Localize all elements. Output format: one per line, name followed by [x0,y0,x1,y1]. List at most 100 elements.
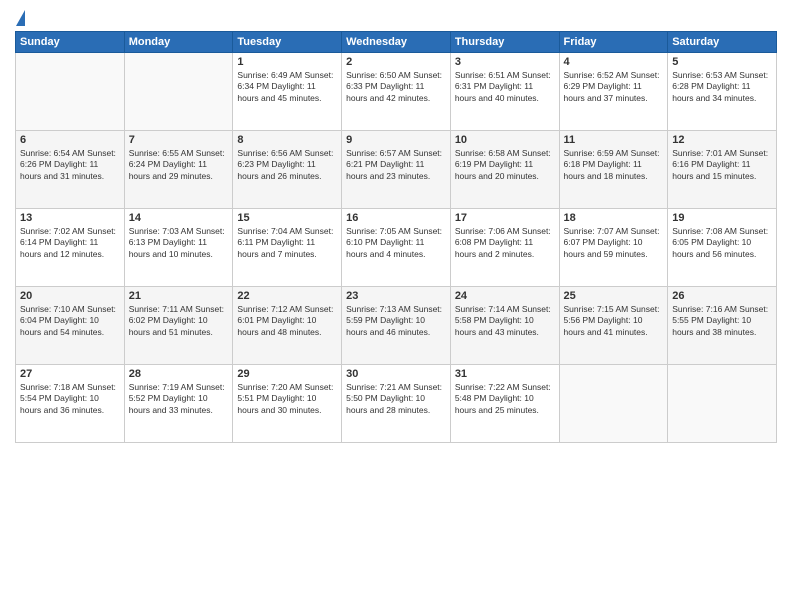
day-info: Sunrise: 6:51 AM Sunset: 6:31 PM Dayligh… [455,70,555,104]
day-info: Sunrise: 6:56 AM Sunset: 6:23 PM Dayligh… [237,148,337,182]
day-number: 12 [672,134,772,146]
day-info: Sunrise: 7:03 AM Sunset: 6:13 PM Dayligh… [129,226,229,260]
day-info: Sunrise: 6:58 AM Sunset: 6:19 PM Dayligh… [455,148,555,182]
day-number: 26 [672,290,772,302]
calendar-day-header: Friday [559,32,668,53]
day-number: 15 [237,212,337,224]
calendar-day-header: Tuesday [233,32,342,53]
day-number: 28 [129,368,229,380]
day-info: Sunrise: 7:01 AM Sunset: 6:16 PM Dayligh… [672,148,772,182]
calendar-cell: 23 Sunrise: 7:13 AM Sunset: 5:59 PM Dayli… [342,287,451,365]
calendar-cell [668,365,777,443]
calendar-cell [16,53,125,131]
day-info: Sunrise: 6:54 AM Sunset: 6:26 PM Dayligh… [20,148,120,182]
day-info: Sunrise: 7:16 AM Sunset: 5:55 PM Dayligh… [672,304,772,338]
calendar-cell: 13Sunrise: 7:02 AM Sunset: 6:14 PM Dayli… [16,209,125,287]
logo [15,10,25,26]
calendar-week-row: 6 Sunrise: 6:54 AM Sunset: 6:26 PM Daylig… [16,131,777,209]
day-info: Sunrise: 7:22 AM Sunset: 5:48 PM Dayligh… [455,382,555,416]
day-info: Sunrise: 7:14 AM Sunset: 5:58 PM Dayligh… [455,304,555,338]
calendar-cell: 1Sunrise: 6:49 AM Sunset: 6:34 PM Daylig… [233,53,342,131]
day-number: 27 [20,368,120,380]
calendar-cell: 24 Sunrise: 7:14 AM Sunset: 5:58 PM Dayli… [450,287,559,365]
calendar-day-header: Sunday [16,32,125,53]
day-info: Sunrise: 7:12 AM Sunset: 6:01 PM Dayligh… [237,304,337,338]
calendar-cell: 8 Sunrise: 6:56 AM Sunset: 6:23 PM Daylig… [233,131,342,209]
calendar-week-row: 13Sunrise: 7:02 AM Sunset: 6:14 PM Dayli… [16,209,777,287]
calendar-cell: 16 Sunrise: 7:05 AM Sunset: 6:10 PM Dayli… [342,209,451,287]
calendar-cell [559,365,668,443]
calendar-cell: 26 Sunrise: 7:16 AM Sunset: 5:55 PM Dayli… [668,287,777,365]
calendar-day-header: Thursday [450,32,559,53]
day-number: 3 [455,56,555,68]
day-info: Sunrise: 6:55 AM Sunset: 6:24 PM Dayligh… [129,148,229,182]
calendar-week-row: 1Sunrise: 6:49 AM Sunset: 6:34 PM Daylig… [16,53,777,131]
calendar-cell [124,53,233,131]
day-number: 18 [564,212,664,224]
day-info: Sunrise: 7:11 AM Sunset: 6:02 PM Dayligh… [129,304,229,338]
day-info: Sunrise: 6:53 AM Sunset: 6:28 PM Dayligh… [672,70,772,104]
day-number: 10 [455,134,555,146]
day-info: Sunrise: 6:59 AM Sunset: 6:18 PM Dayligh… [564,148,664,182]
calendar-cell: 28 Sunrise: 7:19 AM Sunset: 5:52 PM Dayli… [124,365,233,443]
day-info: Sunrise: 7:15 AM Sunset: 5:56 PM Dayligh… [564,304,664,338]
calendar: SundayMondayTuesdayWednesdayThursdayFrid… [15,31,777,443]
day-info: Sunrise: 7:05 AM Sunset: 6:10 PM Dayligh… [346,226,446,260]
day-info: Sunrise: 7:07 AM Sunset: 6:07 PM Dayligh… [564,226,664,260]
calendar-cell: 5 Sunrise: 6:53 AM Sunset: 6:28 PM Daylig… [668,53,777,131]
calendar-day-header: Monday [124,32,233,53]
day-info: Sunrise: 7:08 AM Sunset: 6:05 PM Dayligh… [672,226,772,260]
calendar-cell: 22 Sunrise: 7:12 AM Sunset: 6:01 PM Dayli… [233,287,342,365]
day-info: Sunrise: 7:19 AM Sunset: 5:52 PM Dayligh… [129,382,229,416]
day-info: Sunrise: 7:02 AM Sunset: 6:14 PM Dayligh… [20,226,120,260]
day-info: Sunrise: 6:52 AM Sunset: 6:29 PM Dayligh… [564,70,664,104]
calendar-cell: 2Sunrise: 6:50 AM Sunset: 6:33 PM Daylig… [342,53,451,131]
calendar-week-row: 20Sunrise: 7:10 AM Sunset: 6:04 PM Dayli… [16,287,777,365]
calendar-header-row: SundayMondayTuesdayWednesdayThursdayFrid… [16,32,777,53]
calendar-cell: 21Sunrise: 7:11 AM Sunset: 6:02 PM Dayli… [124,287,233,365]
calendar-cell: 10 Sunrise: 6:58 AM Sunset: 6:19 PM Dayli… [450,131,559,209]
day-number: 8 [237,134,337,146]
day-number: 25 [564,290,664,302]
day-number: 4 [564,56,664,68]
calendar-cell: 7Sunrise: 6:55 AM Sunset: 6:24 PM Daylig… [124,131,233,209]
calendar-cell: 20Sunrise: 7:10 AM Sunset: 6:04 PM Dayli… [16,287,125,365]
calendar-cell: 14Sunrise: 7:03 AM Sunset: 6:13 PM Dayli… [124,209,233,287]
calendar-cell: 18 Sunrise: 7:07 AM Sunset: 6:07 PM Dayli… [559,209,668,287]
day-number: 6 [20,134,120,146]
calendar-cell: 9Sunrise: 6:57 AM Sunset: 6:21 PM Daylig… [342,131,451,209]
day-number: 24 [455,290,555,302]
day-number: 1 [237,56,337,68]
page-container: SundayMondayTuesdayWednesdayThursdayFrid… [0,0,792,448]
day-number: 11 [564,134,664,146]
header [15,10,777,26]
calendar-cell: 11 Sunrise: 6:59 AM Sunset: 6:18 PM Dayli… [559,131,668,209]
calendar-day-header: Saturday [668,32,777,53]
day-info: Sunrise: 7:13 AM Sunset: 5:59 PM Dayligh… [346,304,446,338]
day-number: 29 [237,368,337,380]
calendar-cell: 12 Sunrise: 7:01 AM Sunset: 6:16 PM Dayli… [668,131,777,209]
calendar-cell: 29Sunrise: 7:20 AM Sunset: 5:51 PM Dayli… [233,365,342,443]
day-number: 16 [346,212,446,224]
day-number: 19 [672,212,772,224]
calendar-cell: 17 Sunrise: 7:06 AM Sunset: 6:08 PM Dayli… [450,209,559,287]
calendar-cell: 30Sunrise: 7:21 AM Sunset: 5:50 PM Dayli… [342,365,451,443]
day-info: Sunrise: 7:04 AM Sunset: 6:11 PM Dayligh… [237,226,337,260]
day-info: Sunrise: 7:18 AM Sunset: 5:54 PM Dayligh… [20,382,120,416]
day-info: Sunrise: 7:06 AM Sunset: 6:08 PM Dayligh… [455,226,555,260]
day-number: 22 [237,290,337,302]
day-number: 23 [346,290,446,302]
calendar-cell: 31 Sunrise: 7:22 AM Sunset: 5:48 PM Dayli… [450,365,559,443]
calendar-cell: 27 Sunrise: 7:18 AM Sunset: 5:54 PM Dayli… [16,365,125,443]
day-number: 17 [455,212,555,224]
day-number: 5 [672,56,772,68]
calendar-cell: 15 Sunrise: 7:04 AM Sunset: 6:11 PM Dayli… [233,209,342,287]
calendar-week-row: 27 Sunrise: 7:18 AM Sunset: 5:54 PM Dayli… [16,365,777,443]
day-number: 30 [346,368,446,380]
calendar-cell: 6 Sunrise: 6:54 AM Sunset: 6:26 PM Daylig… [16,131,125,209]
day-number: 20 [20,290,120,302]
calendar-cell: 4 Sunrise: 6:52 AM Sunset: 6:29 PM Daylig… [559,53,668,131]
calendar-cell: 25 Sunrise: 7:15 AM Sunset: 5:56 PM Dayli… [559,287,668,365]
day-number: 31 [455,368,555,380]
calendar-day-header: Wednesday [342,32,451,53]
